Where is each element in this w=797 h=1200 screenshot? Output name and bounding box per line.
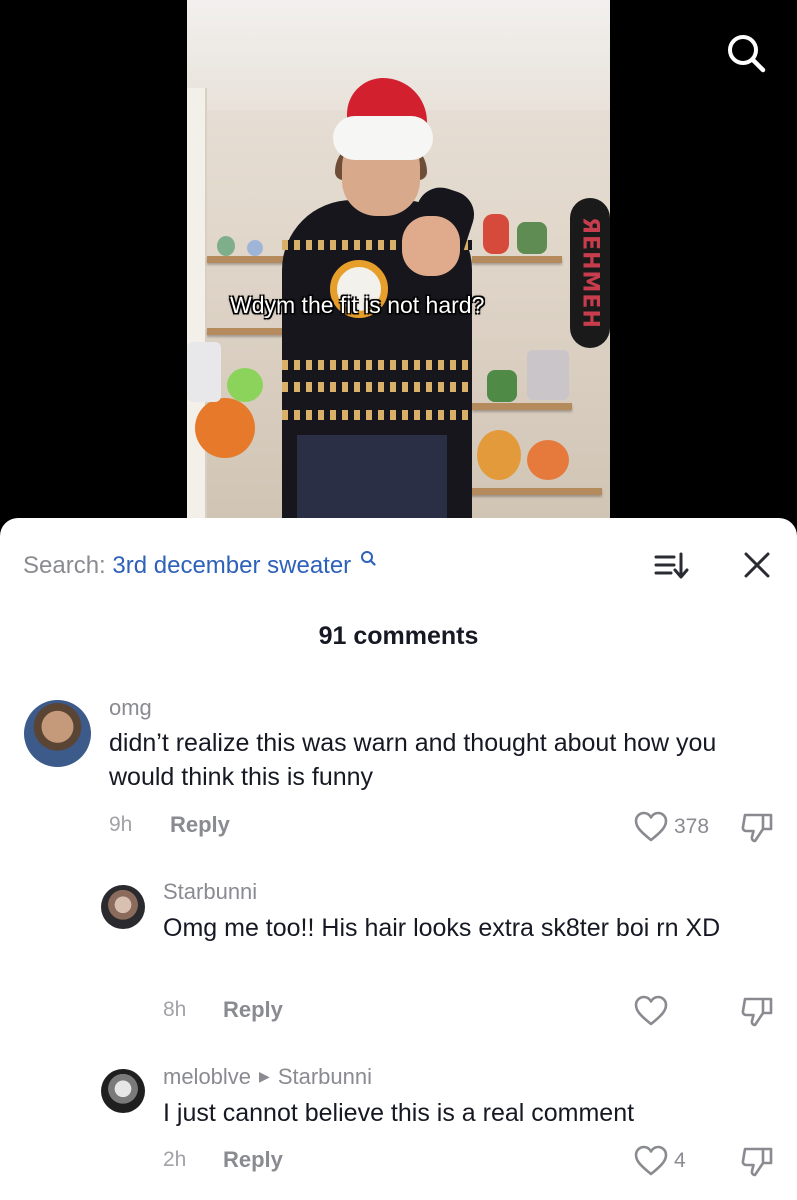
comment-time: 9h (109, 813, 133, 836)
dislike-button[interactable] (740, 1145, 774, 1179)
comments-header: Search: 3rd december sweater 91 comments (0, 518, 797, 650)
comment-username[interactable]: Starbunni (163, 879, 257, 905)
heart-icon (634, 995, 668, 1026)
like-button[interactable]: 378 (634, 811, 709, 843)
video-door (187, 88, 207, 518)
video-frame[interactable]: ЯEHMEH Wdym the fit is not hard? (187, 0, 610, 540)
dislike-icon (741, 813, 773, 843)
video-toy (227, 368, 263, 402)
reply-button[interactable]: Reply (223, 997, 283, 1023)
video-toy (187, 342, 221, 402)
video-toy (195, 398, 255, 458)
reply-to-arrow-icon: ▶ (259, 1068, 270, 1084)
sweater-pattern (282, 382, 472, 392)
video-toy (487, 370, 517, 402)
reply-button[interactable]: Reply (170, 812, 230, 838)
video-caption: Wdym the fit is not hard? (230, 292, 485, 318)
avatar[interactable] (101, 1069, 145, 1113)
dislike-button[interactable] (740, 995, 774, 1029)
like-button[interactable] (634, 995, 674, 1027)
video-player[interactable]: ЯEHMEH Wdym the fit is not hard? (0, 0, 797, 540)
like-count: 4 (674, 1149, 686, 1172)
dislike-icon (741, 997, 773, 1027)
comment-username[interactable]: omg (109, 695, 152, 721)
like-count: 378 (674, 815, 710, 838)
search-suggestion-link[interactable]: Search: 3rd december sweater (23, 551, 376, 580)
comment-time: 8h (163, 998, 187, 1021)
dislike-icon (741, 1147, 773, 1177)
search-prefix: Search: (23, 552, 106, 579)
dislike-button[interactable] (740, 811, 774, 845)
avatar[interactable] (101, 885, 145, 929)
comment-username[interactable]: meloblve (163, 1064, 251, 1089)
sweater-pattern (282, 410, 472, 420)
video-toy (527, 350, 569, 400)
heart-icon (634, 1145, 668, 1176)
comment-time: 2h (163, 1148, 187, 1171)
sort-icon (654, 552, 689, 579)
pointing-hand (402, 216, 460, 276)
santa-hat-trim (333, 116, 433, 160)
video-toy (517, 222, 547, 254)
reply-to-username[interactable]: Starbunni (278, 1064, 372, 1089)
search-query[interactable]: 3rd december sweater (112, 552, 351, 579)
like-button[interactable]: 4 (634, 1145, 686, 1177)
video-shelf (472, 403, 572, 410)
sweater-pattern (282, 360, 472, 370)
comments-sheet: Search: 3rd december sweater 91 comments… (0, 518, 797, 1200)
video-toy (247, 240, 263, 256)
video-toy (527, 440, 569, 480)
comment-text: I just cannot believe this is a real com… (163, 1099, 635, 1127)
video-shelf (472, 256, 562, 263)
search-icon (360, 551, 376, 566)
close-icon (744, 552, 770, 578)
comment-text: Omg me too!! His hair looks extra sk8ter… (163, 914, 721, 942)
comment-text: didn’t realize this was warn and thought… (109, 729, 717, 791)
close-button[interactable] (740, 548, 774, 582)
skateboard-text: ЯEHMEH (577, 217, 603, 329)
search-icon (728, 35, 766, 73)
sort-button[interactable] (653, 548, 689, 584)
reply-button[interactable]: Reply (223, 1147, 283, 1173)
heart-icon (634, 811, 668, 842)
avatar[interactable] (24, 700, 91, 767)
video-search-button[interactable] (724, 31, 768, 75)
video-toy (483, 214, 509, 254)
comment-count: 91 comments (318, 622, 479, 650)
video-skateboard: ЯEHMEH (570, 198, 610, 348)
comment-username-line: meloblve ▶ Starbunni (163, 1064, 372, 1090)
video-toy (217, 236, 235, 256)
video-toy (477, 430, 521, 480)
